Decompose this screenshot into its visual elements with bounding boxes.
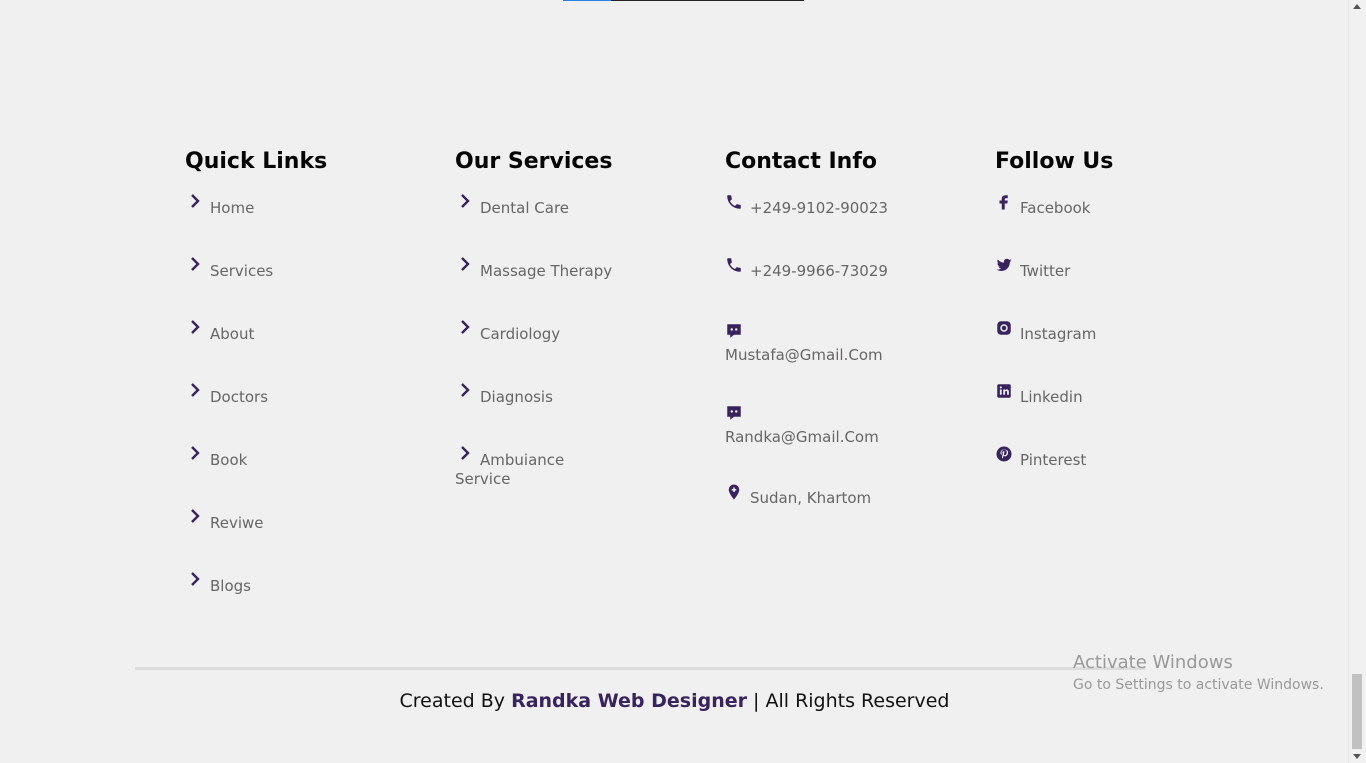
scroll-down-arrow-icon[interactable] xyxy=(1353,754,1361,759)
footer-credit: Created By Randka Web Designer | All Rig… xyxy=(0,690,1349,712)
page-scrollbar[interactable] xyxy=(1348,0,1366,763)
credit-prefix: Created By xyxy=(399,690,506,712)
chevron-right-icon xyxy=(455,319,475,337)
section-underline xyxy=(563,0,804,1)
service-link-diagnosis[interactable]: Diagnosis xyxy=(455,383,695,407)
quick-link-label: Services xyxy=(210,262,274,280)
follow-heading: Follow Us xyxy=(995,149,1114,174)
chevron-right-icon xyxy=(455,382,475,400)
location-text: Sudan, Khartom xyxy=(750,489,872,507)
service-link-cardiology[interactable]: Cardiology xyxy=(455,320,695,344)
service-link-label: Massage Therapy xyxy=(480,262,613,280)
services-heading: Our Services xyxy=(455,149,613,174)
service-link-label: Dental Care xyxy=(480,199,570,217)
scrollbar-thumb[interactable] xyxy=(1352,674,1362,749)
social-label: Twitter xyxy=(1020,262,1071,280)
social-label: Linkedin xyxy=(1020,388,1083,406)
chevron-right-icon xyxy=(185,508,205,526)
quick-link-label: Doctors xyxy=(210,388,269,406)
quick-link-label: Reviwe xyxy=(210,514,264,532)
phone-icon xyxy=(725,256,745,276)
designer-link[interactable]: Randka Web Designer xyxy=(511,690,747,712)
phone-text: +249-9966-73029 xyxy=(750,262,888,280)
chevron-right-icon xyxy=(185,445,205,463)
social-label: Facebook xyxy=(1020,199,1091,217)
service-link-label: Diagnosis xyxy=(480,388,553,406)
social-label: Pinterest xyxy=(1020,451,1087,469)
pinterest-icon xyxy=(995,445,1015,465)
contact-column: Contact Info +249-9102-90023 +249-9966-7… xyxy=(725,146,965,507)
instagram-icon xyxy=(995,319,1015,339)
quick-link-review[interactable]: Reviwe xyxy=(185,509,425,533)
linkedin-icon xyxy=(995,382,1015,402)
chevron-right-icon xyxy=(455,256,475,274)
contact-email-1[interactable]: Mustafa@Gmail.Com xyxy=(725,322,965,365)
service-link-label: Cardiology xyxy=(480,325,561,343)
quick-link-services[interactable]: Services xyxy=(185,257,425,281)
chevron-right-icon xyxy=(455,445,475,463)
quick-link-label: Book xyxy=(210,451,248,469)
twitter-icon xyxy=(995,256,1015,276)
quick-link-book[interactable]: Book xyxy=(185,446,425,470)
contact-phone-1[interactable]: +249-9102-90023 xyxy=(725,195,965,219)
services-column: Our Services Dental Care Massage Therapy… xyxy=(455,146,695,488)
service-link-massage[interactable]: Massage Therapy xyxy=(455,257,695,281)
follow-column: Follow Us Facebook Twitter Instagram Lin… xyxy=(995,146,1235,469)
chevron-right-icon xyxy=(185,571,205,589)
contact-location[interactable]: Sudan, Khartom xyxy=(725,484,965,509)
quick-link-label: Home xyxy=(210,199,255,217)
social-link-twitter[interactable]: Twitter xyxy=(995,258,1235,282)
phone-icon xyxy=(725,193,745,213)
message-icon xyxy=(725,322,745,342)
chevron-right-icon xyxy=(185,256,205,274)
contact-email-2[interactable]: Randka@Gmail.Com xyxy=(725,404,965,447)
quick-link-label: About xyxy=(210,325,255,343)
quick-link-label: Blogs xyxy=(210,577,251,595)
map-pin-icon xyxy=(725,483,745,503)
social-link-pinterest[interactable]: Pinterest xyxy=(995,446,1235,471)
watermark-title: Activate Windows xyxy=(1073,652,1233,673)
social-link-instagram[interactable]: Instagram xyxy=(995,321,1235,345)
quick-link-blogs[interactable]: Blogs xyxy=(185,572,425,596)
contact-phone-2[interactable]: +249-9966-73029 xyxy=(725,258,965,282)
quick-links-heading: Quick Links xyxy=(185,149,328,174)
phone-text: +249-9102-90023 xyxy=(750,199,888,217)
message-icon xyxy=(725,404,745,424)
chevron-right-icon xyxy=(455,193,475,211)
quick-links-column: Quick Links Home Services About Doctors … xyxy=(185,146,425,595)
windows-activation-watermark: Activate Windows Go to Settings to activ… xyxy=(1073,652,1324,693)
social-link-facebook[interactable]: Facebook xyxy=(995,195,1235,219)
quick-link-home[interactable]: Home xyxy=(185,194,425,218)
quick-link-about[interactable]: About xyxy=(185,320,425,344)
scroll-up-arrow-icon[interactable] xyxy=(1353,4,1361,9)
watermark-subtitle: Go to Settings to activate Windows. xyxy=(1073,677,1324,693)
chevron-right-icon xyxy=(185,319,205,337)
chevron-right-icon xyxy=(185,193,205,211)
contact-heading: Contact Info xyxy=(725,149,878,174)
quick-link-doctors[interactable]: Doctors xyxy=(185,383,425,407)
chevron-right-icon xyxy=(185,382,205,400)
social-label: Instagram xyxy=(1020,325,1097,343)
social-link-linkedin[interactable]: Linkedin xyxy=(995,384,1235,408)
email-text: Randka@Gmail.Com xyxy=(725,428,879,446)
service-link-ambulance[interactable]: Ambuiance Service xyxy=(455,446,605,489)
email-text: Mustafa@Gmail.Com xyxy=(725,346,883,364)
service-link-dental[interactable]: Dental Care xyxy=(455,194,695,218)
footer-divider xyxy=(135,667,1145,670)
credit-suffix: | All Rights Reserved xyxy=(753,690,950,712)
underline-accent xyxy=(563,0,611,1)
facebook-icon xyxy=(995,193,1015,213)
